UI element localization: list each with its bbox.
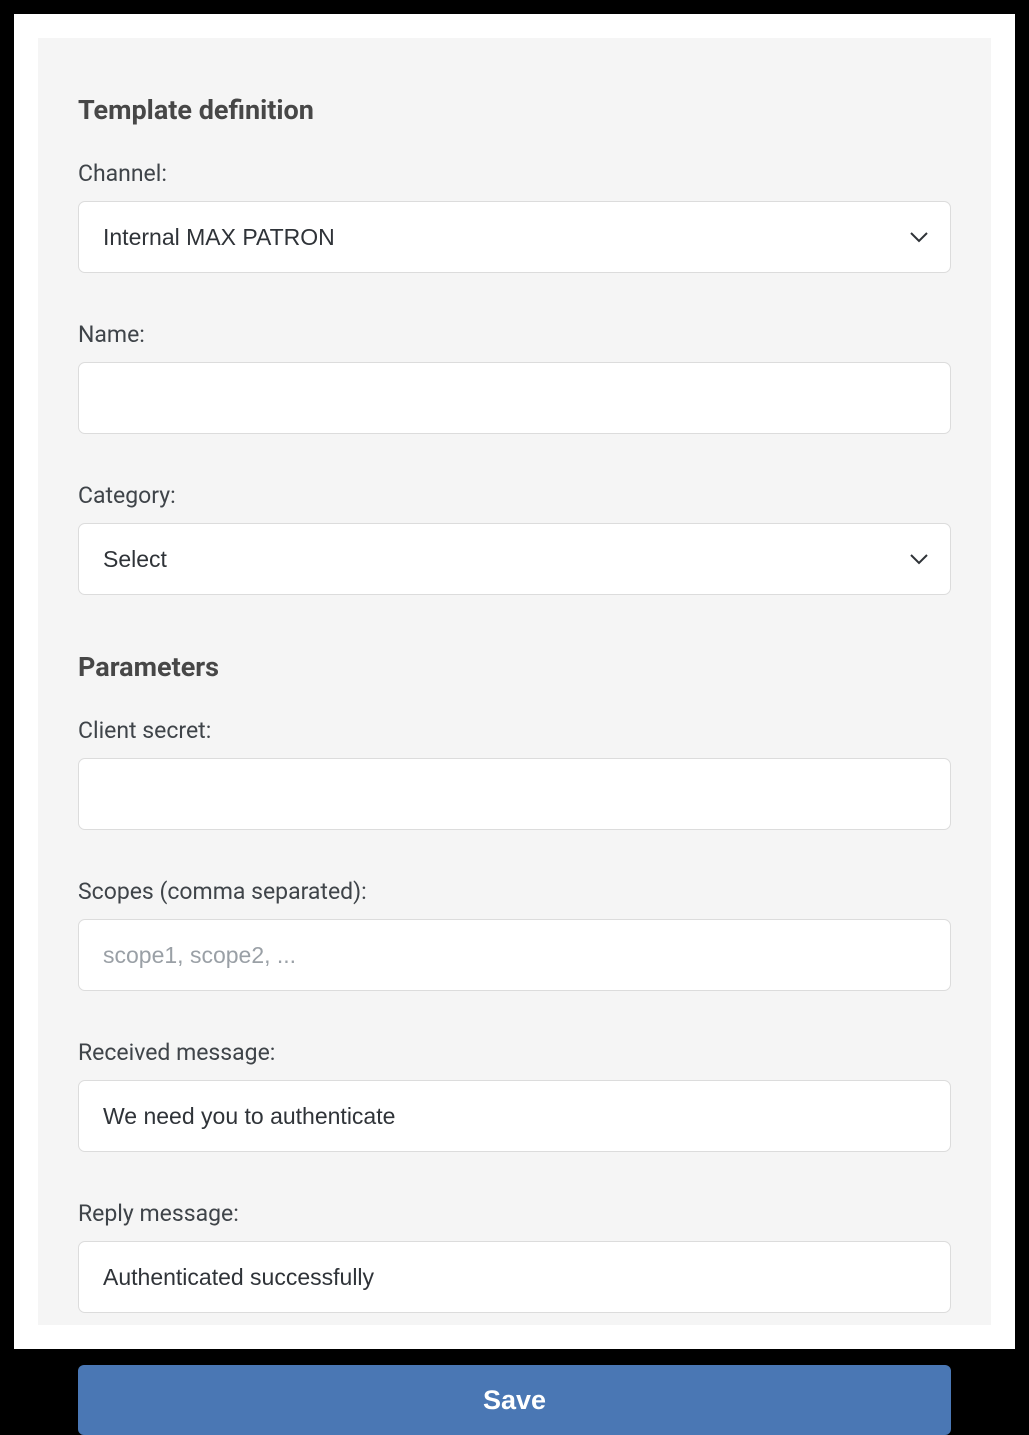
name-label: Name:	[78, 321, 951, 348]
category-select-wrap: Select	[78, 523, 951, 595]
scopes-label: Scopes (comma separated):	[78, 878, 951, 905]
channel-select-wrap: Internal MAX PATRON	[78, 201, 951, 273]
category-select[interactable]: Select	[78, 523, 951, 595]
channel-label: Channel:	[78, 160, 951, 187]
reply-message-field: Reply message:	[78, 1200, 951, 1313]
form-panel: Template definition Channel: Internal MA…	[38, 38, 991, 1325]
client-secret-label: Client secret:	[78, 717, 951, 744]
outer-frame: Template definition Channel: Internal MA…	[14, 14, 1015, 1349]
name-field: Name:	[78, 321, 951, 434]
name-input[interactable]	[78, 362, 951, 434]
received-message-field: Received message:	[78, 1039, 951, 1152]
parameters-heading: Parameters	[78, 651, 951, 683]
save-button[interactable]: Save	[78, 1365, 951, 1435]
scopes-field: Scopes (comma separated):	[78, 878, 951, 991]
client-secret-field: Client secret:	[78, 717, 951, 830]
scopes-input[interactable]	[78, 919, 951, 991]
reply-message-input[interactable]	[78, 1241, 951, 1313]
category-field: Category: Select	[78, 482, 951, 595]
received-message-label: Received message:	[78, 1039, 951, 1066]
channel-select[interactable]: Internal MAX PATRON	[78, 201, 951, 273]
category-label: Category:	[78, 482, 951, 509]
reply-message-label: Reply message:	[78, 1200, 951, 1227]
template-definition-heading: Template definition	[78, 94, 951, 126]
client-secret-input[interactable]	[78, 758, 951, 830]
received-message-input[interactable]	[78, 1080, 951, 1152]
channel-field: Channel: Internal MAX PATRON	[78, 160, 951, 273]
